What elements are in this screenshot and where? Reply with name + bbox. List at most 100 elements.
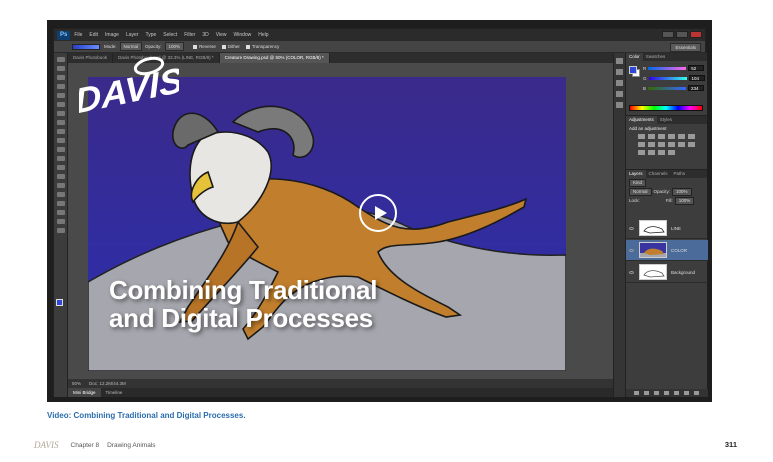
history-brush-tool-icon[interactable] [57,138,65,143]
red-slider[interactable] [648,66,687,70]
character-panel-icon[interactable] [616,91,623,97]
brightness-icon[interactable] [638,134,645,139]
red-value[interactable]: 52 [688,65,705,71]
tab-paths[interactable]: Paths [671,170,689,178]
layer-row-color[interactable]: COLOR [626,240,708,261]
move-tool-icon[interactable] [57,57,65,62]
quick-select-tool-icon[interactable] [57,84,65,89]
color-balance-icon[interactable] [638,142,645,147]
tab-mini-bridge[interactable]: Mini Bridge [68,388,101,397]
layer-opacity-input[interactable]: 100% [672,187,692,196]
visibility-eye-icon[interactable] [629,248,634,252]
color-lookup-icon[interactable] [678,142,685,147]
lasso-tool-icon[interactable] [57,75,65,80]
vibrance-icon[interactable] [678,134,685,139]
hand-tool-icon[interactable] [57,219,65,224]
add-mask-icon[interactable] [654,391,659,395]
new-layer-icon[interactable] [684,391,689,395]
black-white-icon[interactable] [648,142,655,147]
dither-checkbox[interactable] [221,44,226,49]
menu-file[interactable]: File [74,32,82,38]
close-button[interactable] [690,31,702,38]
menu-3d[interactable]: 3D [202,32,208,38]
menu-filter[interactable]: Filter [184,32,195,38]
eyedropper-tool-icon[interactable] [57,102,65,107]
green-value[interactable]: 104 [688,75,705,81]
invert-icon[interactable] [688,142,695,147]
link-layers-icon[interactable] [634,391,639,395]
photo-filter-icon[interactable] [658,142,665,147]
shape-tool-icon[interactable] [57,210,65,215]
hue-saturation-icon[interactable] [688,134,695,139]
healing-tool-icon[interactable] [57,111,65,116]
selective-color-icon[interactable] [668,150,675,155]
marquee-tool-icon[interactable] [57,66,65,71]
type-tool-icon[interactable] [57,192,65,197]
tab-styles[interactable]: Styles [657,116,675,124]
threshold-icon[interactable] [648,150,655,155]
color-spectrum[interactable] [629,105,703,111]
panel-foreground-swatch[interactable] [629,66,637,74]
stamp-tool-icon[interactable] [57,129,65,134]
menu-window[interactable]: Window [233,32,251,38]
menu-help[interactable]: Help [258,32,268,38]
layer-row-background[interactable]: Background [626,262,708,283]
history-panel-icon[interactable] [616,58,623,64]
visibility-eye-icon[interactable] [629,270,634,274]
path-select-tool-icon[interactable] [57,201,65,206]
menu-type[interactable]: Type [145,32,156,38]
blue-value[interactable]: 234 [688,85,705,91]
reverse-checkbox[interactable] [193,44,198,49]
exposure-icon[interactable] [668,134,675,139]
new-group-icon[interactable] [674,391,679,395]
new-adjustment-icon[interactable] [664,391,669,395]
crop-tool-icon[interactable] [57,93,65,98]
transparency-checkbox[interactable] [245,44,250,49]
menu-select[interactable]: Select [163,32,177,38]
brush-tool-icon[interactable] [57,120,65,125]
tab-swatches[interactable]: Swatches [643,53,669,61]
blend-mode-dropdown[interactable]: Normal [629,187,652,196]
video-player[interactable]: Ps File Edit Image Layer Type Select Fil… [47,20,712,402]
levels-icon[interactable] [648,134,655,139]
fill-input[interactable]: 100% [674,196,695,205]
menu-layer[interactable]: Layer [126,32,139,38]
posterize-icon[interactable] [638,150,645,155]
blue-slider[interactable] [648,86,687,90]
tab-channels[interactable]: Channels [646,170,671,178]
zoom-tool-icon[interactable] [57,228,65,233]
blur-tool-icon[interactable] [57,165,65,170]
dodge-tool-icon[interactable] [57,174,65,179]
green-slider[interactable] [648,76,687,80]
tab-layers[interactable]: Layers [626,170,646,178]
menu-image[interactable]: Image [105,32,119,38]
curves-icon[interactable] [658,134,665,139]
tab-timeline[interactable]: Timeline [101,388,128,397]
maximize-button[interactable] [676,31,688,38]
foreground-color-swatch[interactable] [56,299,63,306]
doc-tab-creature-drawing[interactable]: Creature Drawing.psd @ 50% (COLOR, RGB/8… [219,53,330,63]
minimize-button[interactable] [662,31,674,38]
opacity-input[interactable]: 100% [164,42,185,51]
channel-mixer-icon[interactable] [668,142,675,147]
gradient-map-icon[interactable] [658,150,665,155]
info-panel-icon[interactable] [616,80,623,86]
workspace-dropdown[interactable]: Essentials [670,43,701,52]
tab-color[interactable]: Color [626,53,643,61]
kind-dropdown[interactable]: Kind [629,178,647,187]
delete-layer-icon[interactable] [694,391,699,395]
visibility-eye-icon[interactable] [629,226,634,230]
properties-panel-icon[interactable] [616,69,623,75]
zoom-level[interactable]: 50% [72,381,81,386]
gradient-picker[interactable] [72,43,100,50]
tab-adjustments[interactable]: Adjustments [626,116,657,124]
play-button[interactable] [359,194,397,232]
menu-edit[interactable]: Edit [89,32,98,38]
menu-view[interactable]: View [216,32,227,38]
pen-tool-icon[interactable] [57,183,65,188]
eraser-tool-icon[interactable] [57,147,65,152]
layer-row-line[interactable]: LINE [626,218,708,239]
mode-dropdown[interactable]: Normal [119,42,143,51]
layer-style-icon[interactable] [644,391,649,395]
paragraph-panel-icon[interactable] [616,102,623,108]
